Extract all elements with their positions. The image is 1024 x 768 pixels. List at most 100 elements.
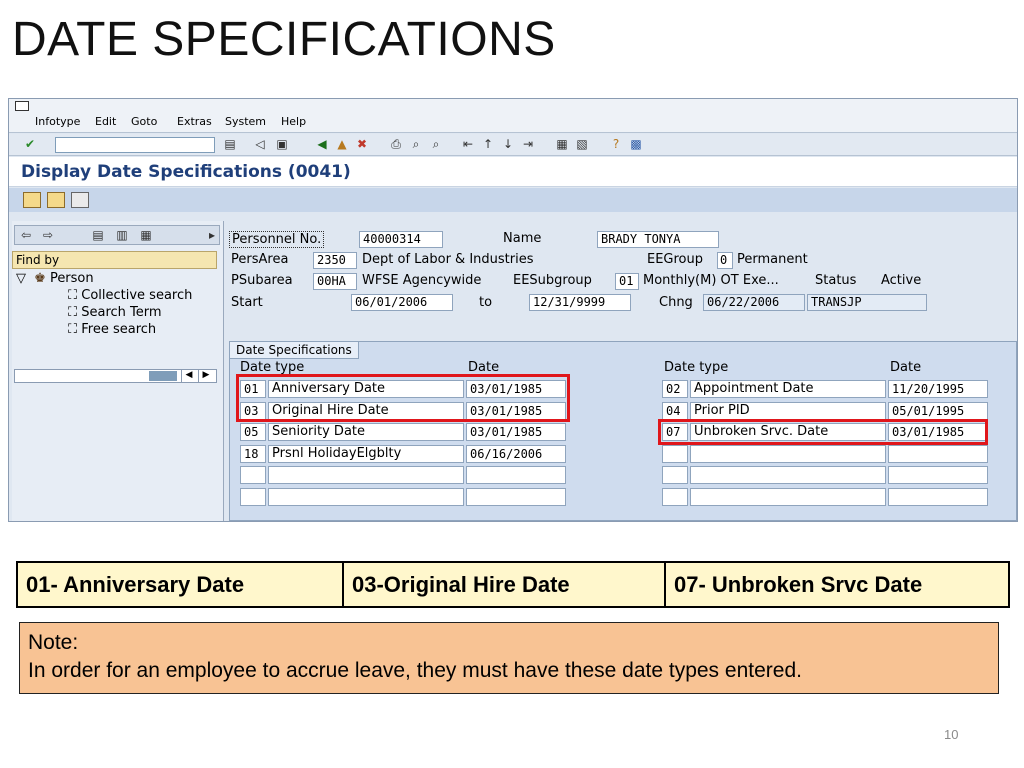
nav-tool-icon[interactable]: ▦ xyxy=(139,228,153,242)
to-label: to xyxy=(479,295,493,310)
tree-item-label: Free search xyxy=(81,322,157,337)
back-arrow-icon[interactable]: ◁ xyxy=(253,137,267,151)
date-value-cell[interactable]: 05/01/1995 xyxy=(888,401,988,420)
binoculars-icon: ⛶ xyxy=(68,322,78,337)
tree-item-collective-search[interactable]: ⛶ Collective search xyxy=(68,288,192,303)
menu-system[interactable]: System xyxy=(225,115,266,128)
date-value-cell[interactable] xyxy=(466,466,566,484)
date-type-code-cell[interactable] xyxy=(240,466,266,484)
collapse-triangle-icon[interactable]: ▽ xyxy=(16,271,26,286)
date-type-code-cell[interactable]: 18 xyxy=(240,444,266,463)
eegroup-code-field[interactable]: 0 xyxy=(717,252,733,269)
persno-label: Personnel No. xyxy=(229,231,325,248)
horizontal-scrollbar[interactable]: ◀ ▶ xyxy=(14,369,217,383)
exit-icon[interactable]: ▲ xyxy=(335,137,349,151)
psubarea-text: WFSE Agencywide xyxy=(362,273,482,288)
nav-tool-icon[interactable]: ▤ xyxy=(91,228,105,242)
nav-back-icon[interactable]: ⇦ xyxy=(19,228,33,242)
detail-button[interactable] xyxy=(47,192,65,208)
persarea-code-field[interactable]: 2350 xyxy=(313,252,357,269)
enter-icon[interactable]: ✔ xyxy=(23,137,37,151)
find-next-icon[interactable]: ⌕ xyxy=(429,137,443,151)
date-value-cell[interactable]: 06/16/2006 xyxy=(466,444,566,463)
next-page-icon[interactable]: ↓ xyxy=(501,137,515,151)
start-label: Start xyxy=(231,295,263,310)
eesubgroup-text: Monthly(M) OT Exe... xyxy=(643,273,779,288)
sap-window: Infotype Edit Goto Extras System Help ✔ … xyxy=(8,98,1018,522)
window-menu-icon[interactable] xyxy=(15,101,29,111)
eegroup-text: Permanent xyxy=(737,252,808,267)
date-type-code-cell[interactable]: 05 xyxy=(240,423,266,441)
shortcut-icon[interactable]: ▧ xyxy=(575,137,589,151)
menu-bar: Infotype Edit Goto Extras System Help xyxy=(9,99,1017,133)
psubarea-code-field[interactable]: 00HA xyxy=(313,273,357,290)
chng-label: Chng xyxy=(659,295,693,310)
menu-extras[interactable]: Extras xyxy=(177,115,212,128)
history-icon[interactable]: ▤ xyxy=(223,137,237,151)
nav-forward-icon[interactable]: ⇨ xyxy=(41,228,55,242)
date-value-cell[interactable]: 03/01/1985 xyxy=(466,423,566,441)
tree-item-search-term[interactable]: ⛶ Search Term xyxy=(68,305,162,320)
command-field[interactable] xyxy=(55,137,215,153)
nav-expand-icon[interactable]: ▸ xyxy=(205,228,219,242)
person-button[interactable] xyxy=(71,192,89,208)
title-bar: Display Date Specifications (0041) xyxy=(9,157,1017,187)
person-icon: ♚ xyxy=(34,271,46,286)
summary-table: 01- Anniversary Date 03-Original Hire Da… xyxy=(16,561,1010,608)
date-value-cell[interactable] xyxy=(888,444,988,463)
object-manager-panel: ⇦ ⇨ ▤ ▥ ▦ ▸ Find by ▽ ♚ Person ⛶ Collect… xyxy=(12,221,224,521)
overview-button[interactable] xyxy=(23,192,41,208)
name-label: Name xyxy=(503,231,542,246)
print-icon[interactable]: ⎙ xyxy=(389,137,403,151)
menu-goto[interactable]: Goto xyxy=(131,115,157,128)
date-value-cell[interactable] xyxy=(888,487,988,506)
tree-item-free-search[interactable]: ⛶ Free search xyxy=(68,322,156,337)
summary-cell: 07- Unbroken Srvc Date xyxy=(674,572,923,597)
first-page-icon[interactable]: ⇤ xyxy=(461,137,475,151)
persno-field[interactable]: 40000314 xyxy=(359,231,443,248)
scroll-right-icon[interactable]: ▶ xyxy=(198,370,213,382)
tree-root[interactable]: ▽ ♚ Person xyxy=(16,271,94,286)
date-type-text-cell xyxy=(268,487,464,506)
new-session-icon[interactable]: ▦ xyxy=(555,137,569,151)
application-toolbar xyxy=(9,188,1017,212)
date-value-cell[interactable] xyxy=(466,487,566,506)
back-icon[interactable]: ◀ xyxy=(315,137,329,151)
cancel-icon[interactable]: ✖ xyxy=(355,137,369,151)
end-date-field[interactable]: 12/31/9999 xyxy=(529,294,631,311)
help-icon[interactable]: ? xyxy=(609,137,623,151)
page-number: 10 xyxy=(944,727,959,742)
nav-tool-icon[interactable]: ▥ xyxy=(115,228,129,242)
scroll-thumb[interactable] xyxy=(149,371,177,381)
date-type-code-cell[interactable] xyxy=(662,444,688,463)
menu-edit[interactable]: Edit xyxy=(95,115,116,128)
psubarea-label: PSubarea xyxy=(231,273,293,288)
prev-page-icon[interactable]: ↑ xyxy=(481,137,495,151)
col-header-type-left: Date type xyxy=(240,360,305,375)
highlight-box-07 xyxy=(658,419,988,445)
date-type-text-cell: Prior PID xyxy=(690,401,886,420)
date-type-code-cell[interactable]: 04 xyxy=(662,401,688,420)
find-by-header[interactable]: Find by xyxy=(12,251,217,269)
note-heading: Note: xyxy=(28,631,79,654)
date-type-code-cell[interactable] xyxy=(240,487,266,506)
name-field[interactable]: BRADY TONYA xyxy=(597,231,719,248)
last-page-icon[interactable]: ⇥ xyxy=(521,137,535,151)
scroll-left-icon[interactable]: ◀ xyxy=(181,370,196,382)
date-type-code-cell[interactable] xyxy=(662,466,688,484)
date-type-code-cell[interactable] xyxy=(662,487,688,506)
status-value: Active xyxy=(881,273,922,288)
layout-menu-icon[interactable]: ▩ xyxy=(629,137,643,151)
date-value-cell[interactable] xyxy=(888,466,988,484)
col-header-type-right: Date type xyxy=(664,360,729,375)
find-icon[interactable]: ⌕ xyxy=(409,137,423,151)
eesubgroup-code-field[interactable]: 01 xyxy=(615,273,639,290)
date-value-cell[interactable]: 11/20/1995 xyxy=(888,380,988,398)
menu-infotype[interactable]: Infotype xyxy=(35,115,80,128)
save-icon[interactable]: ▣ xyxy=(275,137,289,151)
date-type-text-cell xyxy=(690,487,886,506)
start-date-field[interactable]: 06/01/2006 xyxy=(351,294,453,311)
menu-help[interactable]: Help xyxy=(281,115,306,128)
date-type-code-cell[interactable]: 02 xyxy=(662,380,688,398)
changed-by-field: TRANSJP xyxy=(807,294,927,311)
